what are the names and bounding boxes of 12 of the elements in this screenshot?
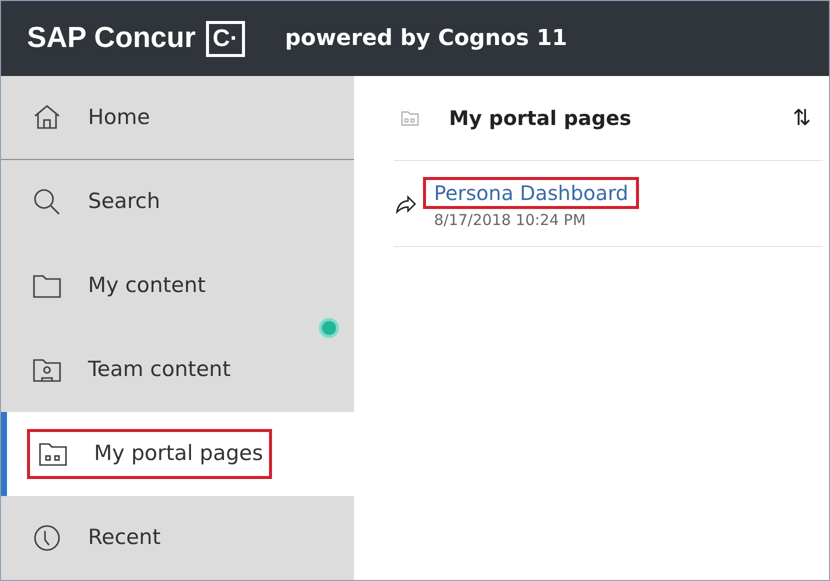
modified-date: 8/17/2018 10:24 PM (434, 210, 587, 232)
panel-title: My portal pages (449, 105, 632, 132)
clock-icon (32, 523, 62, 554)
dashboard-link[interactable]: Persona Dashboard (423, 177, 640, 210)
logo-mark: C· (206, 20, 245, 56)
search-icon (32, 187, 62, 218)
sort-button[interactable]: ⇅ (792, 102, 811, 134)
share-icon (395, 194, 417, 214)
header-subtitle: powered by Cognos 11 (285, 25, 568, 53)
brand-name: SAP Concur (27, 20, 196, 56)
sidebar-item[interactable]: My portal pages (1, 412, 354, 496)
portal-folder-icon (401, 110, 419, 126)
